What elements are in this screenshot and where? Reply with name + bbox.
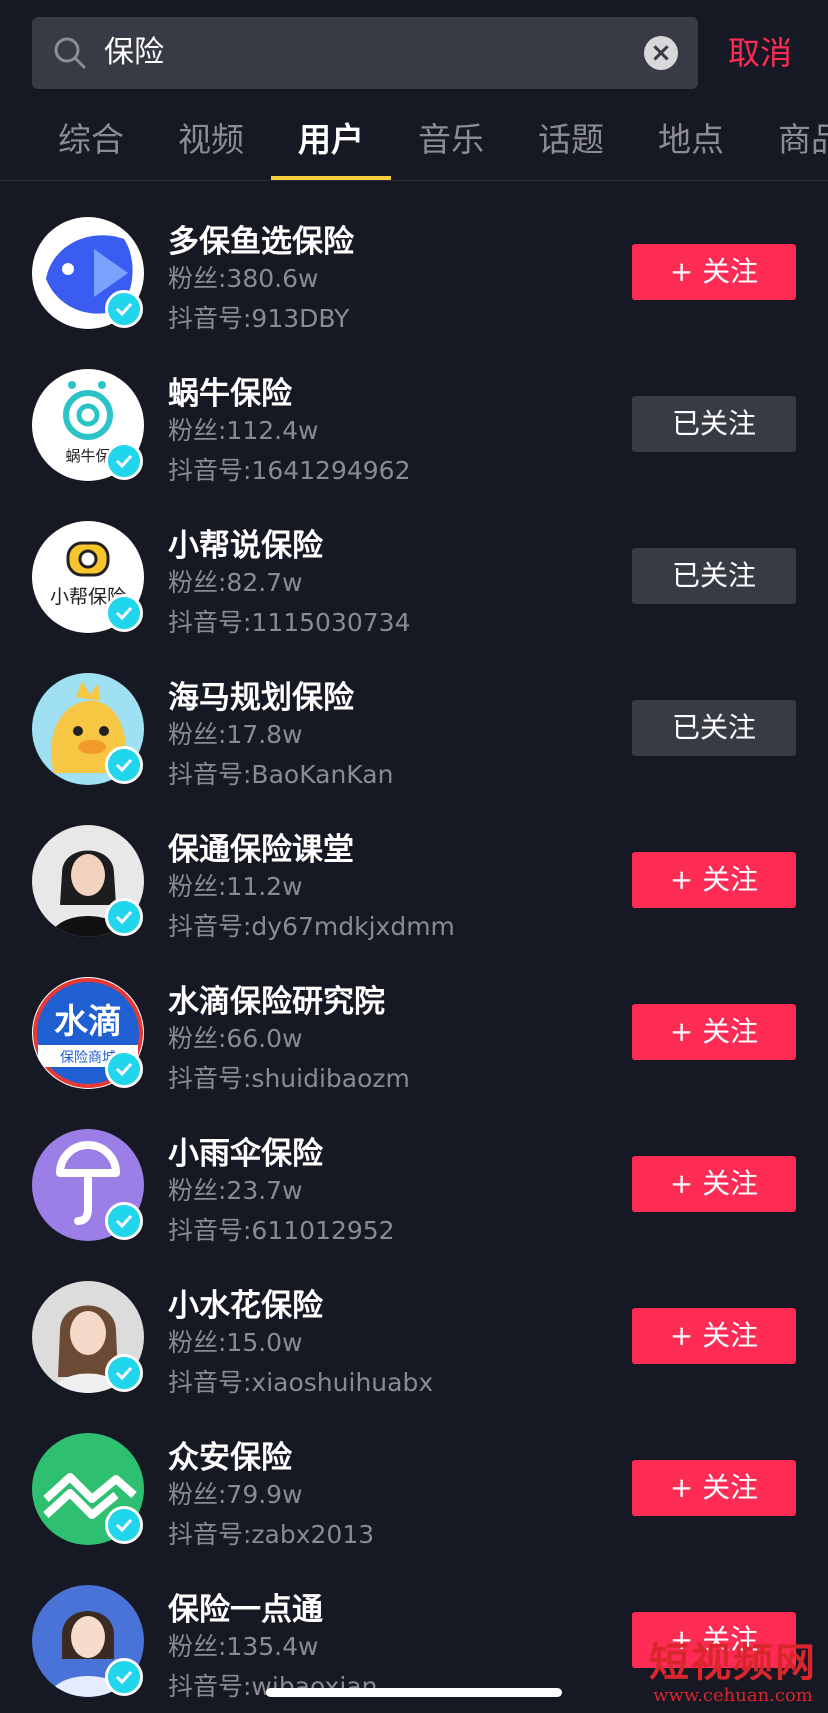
douyin-id: 抖音号:913DBY — [168, 304, 350, 333]
fans-count: 粉丝:79.9w — [168, 1480, 303, 1509]
follow-button[interactable]: + 关注 — [632, 1004, 796, 1060]
user-row[interactable]: 蜗牛保 蜗牛保险 粉丝:112.4w 抖音号:1641294962 已关注 — [0, 332, 828, 485]
fans-count: 粉丝:66.0w — [168, 1024, 303, 1053]
follow-button[interactable]: + 关注 — [632, 1308, 796, 1364]
verified-icon — [105, 1050, 143, 1088]
follow-button[interactable]: + 关注 — [632, 244, 796, 300]
tab-topics[interactable]: 话题 — [511, 110, 631, 178]
tab-all[interactable]: 综合 — [31, 110, 151, 178]
follow-button[interactable]: + 关注 — [632, 852, 796, 908]
fans-count: 粉丝:17.8w — [168, 720, 303, 749]
user-name: 海马规划保险 — [168, 680, 354, 716]
cancel-button[interactable]: 取消 — [728, 17, 792, 89]
user-name: 保通保险课堂 — [168, 832, 354, 868]
user-name: 众安保险 — [168, 1440, 292, 1476]
douyin-id: 抖音号:BaoKanKan — [168, 760, 394, 789]
user-name: 保险一点通 — [168, 1592, 323, 1628]
user-row[interactable]: 海马规划保险 粉丝:17.8w 抖音号:BaoKanKan 已关注 — [0, 636, 828, 789]
tab-users[interactable]: 用户 — [271, 110, 391, 180]
user-row[interactable]: 众安保险 粉丝:79.9w 抖音号:zabx2013 + 关注 — [0, 1396, 828, 1549]
user-row[interactable]: 多保鱼选保险 粉丝:380.6w 抖音号:913DBY + 关注 — [0, 180, 828, 333]
following-button[interactable]: 已关注 — [632, 548, 796, 604]
watermark: 短视频网 www.cehuan.com — [638, 1640, 828, 1710]
verified-icon — [105, 290, 143, 328]
fans-count: 粉丝:15.0w — [168, 1328, 303, 1357]
user-row[interactable]: 保通保险课堂 粉丝:11.2w 抖音号:dy67mdkjxdmm + 关注 — [0, 788, 828, 941]
douyin-id: 抖音号:1641294962 — [168, 456, 411, 485]
tab-places[interactable]: 地点 — [631, 110, 751, 178]
tab-video[interactable]: 视频 — [151, 110, 271, 178]
verified-icon — [105, 1202, 143, 1240]
user-name: 水滴保险研究院 — [168, 984, 385, 1020]
fans-count: 粉丝:82.7w — [168, 568, 303, 597]
verified-icon — [105, 898, 143, 936]
fans-count: 粉丝:135.4w — [168, 1632, 319, 1661]
user-row[interactable]: 小帮保险 小帮说保险 粉丝:82.7w 抖音号:1115030734 已关注 — [0, 484, 828, 637]
verified-icon — [105, 442, 143, 480]
douyin-id: 抖音号:wibaoxian — [168, 1672, 378, 1701]
tab-music[interactable]: 音乐 — [391, 110, 511, 178]
user-name: 小帮说保险 — [168, 528, 323, 564]
following-button[interactable]: 已关注 — [632, 396, 796, 452]
douyin-id: 抖音号:1115030734 — [168, 608, 411, 637]
douyin-id: 抖音号:zabx2013 — [168, 1520, 375, 1549]
clear-icon[interactable]: × — [644, 36, 678, 70]
douyin-id: 抖音号:611012952 — [168, 1216, 395, 1245]
tab-products[interactable]: 商品 — [751, 110, 828, 178]
avatar-text: 蜗牛保 — [65, 447, 110, 465]
verified-icon — [105, 1354, 143, 1392]
following-button[interactable]: 已关注 — [632, 700, 796, 756]
verified-icon — [105, 1506, 143, 1544]
user-row[interactable]: 小水花保险 粉丝:15.0w 抖音号:xiaoshuihuabx + 关注 — [0, 1244, 828, 1397]
user-row[interactable]: 小雨伞保险 粉丝:23.7w 抖音号:611012952 + 关注 — [0, 1092, 828, 1245]
search-input[interactable]: 保险 — [104, 17, 164, 89]
user-name: 蜗牛保险 — [168, 376, 292, 412]
verified-icon — [105, 1658, 143, 1696]
fans-count: 粉丝:380.6w — [168, 264, 319, 293]
watermark-url: www.cehuan.com — [653, 1685, 813, 1706]
verified-icon — [105, 594, 143, 632]
douyin-id: 抖音号:shuidibaozm — [168, 1064, 410, 1093]
user-list: 多保鱼选保险 粉丝:380.6w 抖音号:913DBY + 关注 蜗牛保 蜗牛保… — [0, 180, 828, 1701]
douyin-id: 抖音号:dy67mdkjxdmm — [168, 912, 455, 941]
fans-count: 粉丝:11.2w — [168, 872, 303, 901]
user-name: 小水花保险 — [168, 1288, 323, 1324]
verified-icon — [105, 746, 143, 784]
avatar-text: 水滴 — [54, 1002, 122, 1042]
douyin-id: 抖音号:xiaoshuihuabx — [168, 1368, 434, 1397]
home-indicator[interactable] — [266, 1688, 562, 1697]
tab-bar: 综合 视频 用户 音乐 话题 地点 商品 — [0, 110, 828, 181]
follow-button[interactable]: + 关注 — [632, 1460, 796, 1516]
user-name: 多保鱼选保险 — [168, 224, 354, 260]
search-icon — [54, 37, 86, 69]
search-bar[interactable]: 保险 × — [32, 17, 698, 89]
user-row[interactable]: 水滴 保险商城 水滴保险研究院 粉丝:66.0w 抖音号:shuidibaozm… — [0, 940, 828, 1093]
fans-count: 粉丝:112.4w — [168, 416, 319, 445]
follow-button[interactable]: + 关注 — [632, 1156, 796, 1212]
user-name: 小雨伞保险 — [168, 1136, 323, 1172]
watermark-title: 短视频网 — [649, 1639, 817, 1686]
fans-count: 粉丝:23.7w — [168, 1176, 303, 1205]
